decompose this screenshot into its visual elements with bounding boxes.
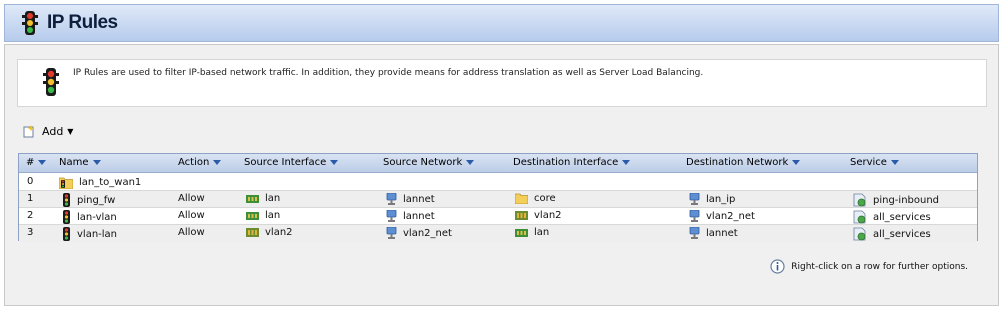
cell-service: all_services — [853, 210, 931, 224]
vlan-icon — [515, 211, 528, 220]
page-title: IP Rules — [47, 12, 118, 33]
info-description: IP Rules are used to filter IP-based net… — [73, 68, 704, 78]
sort-arrow-icon — [38, 160, 47, 165]
column-header-service[interactable]: Service — [850, 157, 899, 168]
traffic-light-icon — [63, 210, 70, 224]
cell-service: ping-inbound — [853, 193, 939, 207]
column-header-source-network[interactable]: Source Network — [383, 157, 475, 168]
info-box: IP Rules are used to filter IP-based net… — [17, 59, 987, 107]
network-host-icon — [386, 227, 397, 239]
cell-source-interface: lan — [246, 210, 280, 221]
cell-name: ping_fw — [62, 193, 115, 207]
cell-source-network: lannet — [386, 210, 435, 223]
cell-source-interface: lan — [246, 193, 280, 204]
column-header-index[interactable]: # — [26, 157, 47, 168]
table-row[interactable]: 1 ping_fw Allow lan lannet core lan_ip p… — [19, 191, 977, 208]
ethernet-icon — [515, 228, 528, 237]
chevron-down-icon: ▼ — [67, 126, 74, 136]
cell-name: vlan-lan — [62, 227, 117, 241]
column-header-name[interactable]: Name — [59, 157, 101, 168]
column-header-destination-network[interactable]: Destination Network — [686, 157, 801, 168]
add-button-label: Add — [42, 124, 64, 138]
cell-index: 0 — [27, 176, 34, 187]
sort-arrow-icon — [92, 160, 101, 165]
table-row[interactable]: 3 vlan-lan Allow vlan2 vlan2_net lan lan… — [19, 225, 977, 242]
sort-arrow-icon — [213, 160, 222, 165]
sort-arrow-icon — [622, 160, 631, 165]
sort-arrow-icon — [792, 160, 801, 165]
cell-destination-interface: vlan2 — [515, 210, 562, 221]
traffic-light-icon — [22, 11, 38, 35]
sort-arrow-icon — [890, 160, 899, 165]
traffic-light-icon — [63, 193, 70, 207]
cell-destination-interface: core — [515, 193, 556, 204]
title-bar: IP Rules — [4, 4, 999, 42]
table-header: # Name Action Source Interface Source Ne… — [19, 154, 977, 173]
info-icon — [770, 259, 785, 274]
cell-name: lan-vlan — [62, 210, 117, 224]
folder-rule-icon — [59, 177, 73, 189]
rules-table: # Name Action Source Interface Source Ne… — [18, 153, 978, 242]
cell-destination-interface: lan — [515, 227, 549, 238]
traffic-light-icon — [63, 227, 70, 241]
column-header-destination-interface[interactable]: Destination Interface — [513, 157, 631, 168]
service-icon — [853, 193, 866, 207]
cell-index: 3 — [27, 227, 34, 238]
cell-action: Allow — [178, 227, 205, 238]
table-row[interactable]: 0 lan_to_wan1 — [19, 174, 977, 191]
cell-source-interface: vlan2 — [246, 227, 293, 238]
network-host-icon — [689, 193, 700, 205]
cell-action: Allow — [178, 210, 205, 221]
cell-destination-network: vlan2_net — [689, 210, 755, 223]
new-item-icon — [23, 124, 35, 137]
service-icon — [853, 227, 866, 241]
ethernet-icon — [246, 211, 259, 220]
cell-service: all_services — [853, 227, 931, 241]
cell-destination-network: lan_ip — [689, 193, 735, 206]
context-menu-hint: Right-click on a row for further options… — [770, 259, 968, 274]
cell-source-network: vlan2_net — [386, 227, 452, 240]
cell-action: Allow — [178, 193, 205, 204]
column-header-action[interactable]: Action — [178, 157, 222, 168]
ethernet-icon — [246, 194, 259, 203]
network-host-icon — [386, 210, 397, 222]
column-header-source-interface[interactable]: Source Interface — [244, 157, 339, 168]
sort-arrow-icon — [330, 160, 339, 165]
cell-name: lan_to_wan1 — [59, 176, 141, 189]
cell-destination-network: lannet — [689, 227, 738, 240]
vlan-icon — [246, 228, 259, 237]
service-icon — [853, 210, 866, 224]
cell-index: 1 — [27, 193, 34, 204]
cell-source-network: lannet — [386, 193, 435, 206]
network-host-icon — [386, 193, 397, 205]
cell-index: 2 — [27, 210, 34, 221]
network-host-icon — [689, 227, 700, 239]
network-host-icon — [689, 210, 700, 222]
sort-arrow-icon — [466, 160, 475, 165]
add-button[interactable]: Add ▼ — [23, 123, 73, 139]
folder-icon — [515, 193, 528, 204]
content-panel: IP Rules are used to filter IP-based net… — [4, 44, 999, 306]
table-row[interactable]: 2 lan-vlan Allow lan lannet vlan2 vlan2_… — [19, 208, 977, 225]
traffic-light-icon — [43, 68, 59, 96]
